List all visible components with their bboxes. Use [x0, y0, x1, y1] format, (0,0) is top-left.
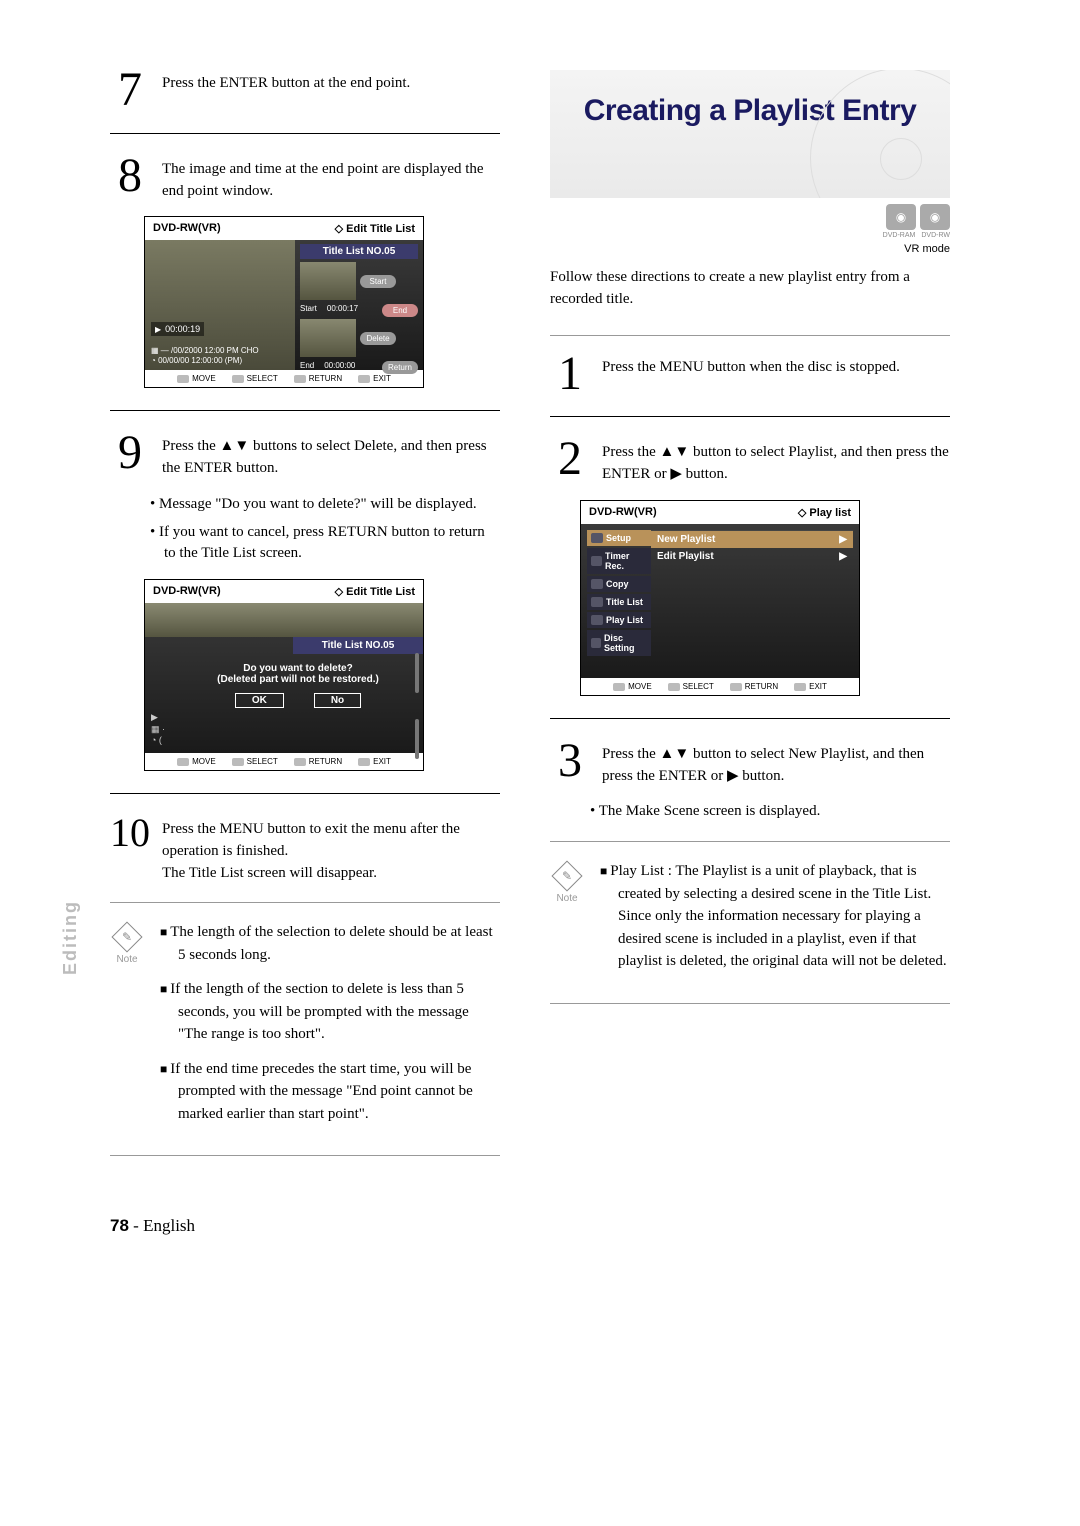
step-number: 9	[110, 433, 150, 474]
step-3: 3 Press the ▲▼ button to select New Play…	[550, 741, 950, 788]
page-number: 78 - English	[110, 1216, 500, 1236]
osd-footer-hints: MOVE SELECT RETURN EXIT	[145, 753, 423, 770]
step-8: 8 The image and time at the end point ar…	[110, 156, 500, 203]
dvd-rw-badge-icon: ◉	[920, 204, 950, 230]
step-2: 2 Press the ▲▼ button to select Playlist…	[550, 439, 950, 486]
osd-header-left: DVD-RW(VR)	[153, 585, 221, 598]
copy-icon	[591, 579, 603, 589]
step-text: Press the MENU button when the disc is s…	[602, 354, 900, 379]
osd-header-right: ◇ Edit Title List	[335, 222, 415, 235]
chevron-right-icon: ▶	[839, 534, 847, 545]
osd-confirm-question: Do you want to delete?	[185, 663, 411, 674]
vr-mode-label: VR mode	[550, 243, 950, 255]
osd-title-list-label: Title List NO.05	[293, 637, 423, 654]
note-icon: Note	[550, 862, 584, 904]
osd-scrollbar-handle	[415, 719, 419, 759]
osd-end-value: 00:00:00	[324, 361, 355, 374]
playlist-icon	[591, 615, 603, 625]
osd-header-right: ◇ Play list	[798, 506, 851, 519]
osd-menu-item-timer: Timer Rec.	[587, 548, 651, 574]
osd-submenu-edit-playlist: Edit Playlist▶	[651, 548, 853, 565]
step-7: 7 Press the ENTER button at the end poin…	[110, 70, 500, 111]
disc-icon	[591, 638, 601, 648]
osd-header-left: DVD-RW(VR)	[153, 222, 221, 235]
osd-preview-image: 00:00:19 ▦ — /00/2000 12:00 PM CHO ◔ 00/…	[145, 240, 295, 370]
osd-start-value: 00:00:17	[327, 304, 358, 317]
osd-status-icons: ▶▦ ·◔ (	[151, 712, 165, 747]
dvd-ram-badge-icon: ◉	[886, 204, 916, 230]
left-column: 7 Press the ENTER button at the end poin…	[110, 70, 500, 1236]
step-number: 3	[550, 741, 590, 782]
step-text: Press the ENTER button at the end point.	[162, 70, 410, 95]
osd-menu-item-discsetting: Disc Setting	[587, 630, 651, 656]
gear-icon	[591, 533, 603, 543]
osd-submenu-new-playlist: New Playlist▶	[651, 531, 853, 548]
osd-end-button: End	[382, 304, 418, 317]
osd-start-button: Start	[360, 275, 396, 288]
side-tab-editing: Editing	[60, 900, 81, 975]
osd-confirm-warning: (Deleted part will not be restored.)	[185, 674, 411, 685]
right-column: Creating a Playlist Entry ◉ ◉ DVD-RAM DVD…	[550, 70, 950, 1236]
osd-sub-menu: New Playlist▶ Edit Playlist▶	[651, 530, 853, 565]
badge-label: DVD-RW	[921, 232, 950, 239]
osd-menu-item-titlelist: Title List	[587, 594, 651, 610]
osd-screenshot-playlist-menu: DVD-RW(VR) ◇ Play list Setup Timer Rec. …	[580, 500, 860, 696]
step-text: Press the ▲▼ button to select Playlist, …	[602, 439, 950, 486]
osd-preview-strip	[145, 603, 423, 637]
bullet: If you want to cancel, press RETURN butt…	[150, 522, 500, 566]
osd-header-right: ◇ Edit Title List	[335, 585, 415, 598]
badge-label: DVD-RAM	[883, 232, 916, 239]
osd-header-left: DVD-RW(VR)	[589, 506, 657, 519]
format-badges: ◉ ◉	[550, 204, 950, 230]
disc-graphic	[810, 70, 950, 198]
osd-screenshot-edit-title-end: DVD-RW(VR) ◇ Edit Title List 00:00:19 ▦ …	[144, 216, 424, 388]
osd-start-label: Start	[300, 304, 317, 317]
osd-menu-item-setup: Setup	[587, 530, 651, 546]
osd-ok-button: OK	[235, 693, 284, 708]
osd-start-thumb	[300, 262, 356, 300]
step-number: 7	[110, 70, 150, 111]
osd-main-menu: Setup Timer Rec. Copy Title List Play Li…	[587, 530, 651, 658]
osd-scrollbar-handle	[415, 653, 419, 693]
osd-end-thumb	[300, 319, 356, 357]
step-text: The image and time at the end point are …	[162, 156, 500, 203]
osd-menu-item-copy: Copy	[587, 576, 651, 592]
step-number: 1	[550, 354, 590, 395]
step-text: Press the MENU button to exit the menu a…	[162, 816, 500, 884]
step-10: 10 Press the MENU button to exit the men…	[110, 816, 500, 884]
chevron-right-icon: ▶	[839, 551, 847, 562]
note-item: The length of the selection to delete sh…	[160, 921, 500, 966]
step-number: 8	[110, 156, 150, 197]
clock-icon	[591, 556, 602, 566]
step-1: 1 Press the MENU button when the disc is…	[550, 354, 950, 395]
osd-no-button: No	[314, 693, 361, 708]
list-icon	[591, 597, 603, 607]
section-hero: Creating a Playlist Entry	[550, 70, 950, 198]
osd-footer-hints: MOVE SELECT RETURN EXIT	[581, 678, 859, 695]
note-block: Note Play List : The Playlist is a unit …	[550, 860, 950, 985]
step-text: Press the ▲▼ buttons to select Delete, a…	[162, 433, 500, 480]
note-icon: Note	[110, 923, 144, 965]
step-number: 2	[550, 439, 590, 480]
bullet: Message "Do you want to delete?" will be…	[150, 494, 500, 516]
note-item: If the length of the section to delete i…	[160, 978, 500, 1046]
bullet: The Make Scene screen is displayed.	[590, 801, 950, 823]
note-item: Play List : The Playlist is a unit of pl…	[600, 860, 950, 973]
intro-text: Follow these directions to create a new …	[550, 267, 950, 311]
note-item: If the end time precedes the start time,…	[160, 1058, 500, 1126]
step-number: 10	[110, 816, 150, 850]
step-text: Press the ▲▼ button to select New Playli…	[602, 741, 950, 788]
osd-screenshot-delete-confirm: DVD-RW(VR) ◇ Edit Title List Title List …	[144, 579, 424, 771]
osd-end-label: End	[300, 361, 314, 374]
note-block: Note The length of the selection to dele…	[110, 921, 500, 1137]
osd-title-list-label: Title List NO.05	[300, 244, 418, 259]
osd-meta-date: ▦ — /00/2000 12:00 PM CHO	[151, 346, 289, 356]
step-9: 9 Press the ▲▼ buttons to select Delete,…	[110, 433, 500, 480]
osd-return-button: Return	[382, 361, 418, 374]
osd-meta-time: ◔ 00/00/00 12:00:00 (PM)	[151, 356, 289, 366]
osd-menu-item-playlist: Play List	[587, 612, 651, 628]
osd-playtime: 00:00:19	[151, 322, 204, 336]
osd-delete-button: Delete	[360, 332, 396, 345]
